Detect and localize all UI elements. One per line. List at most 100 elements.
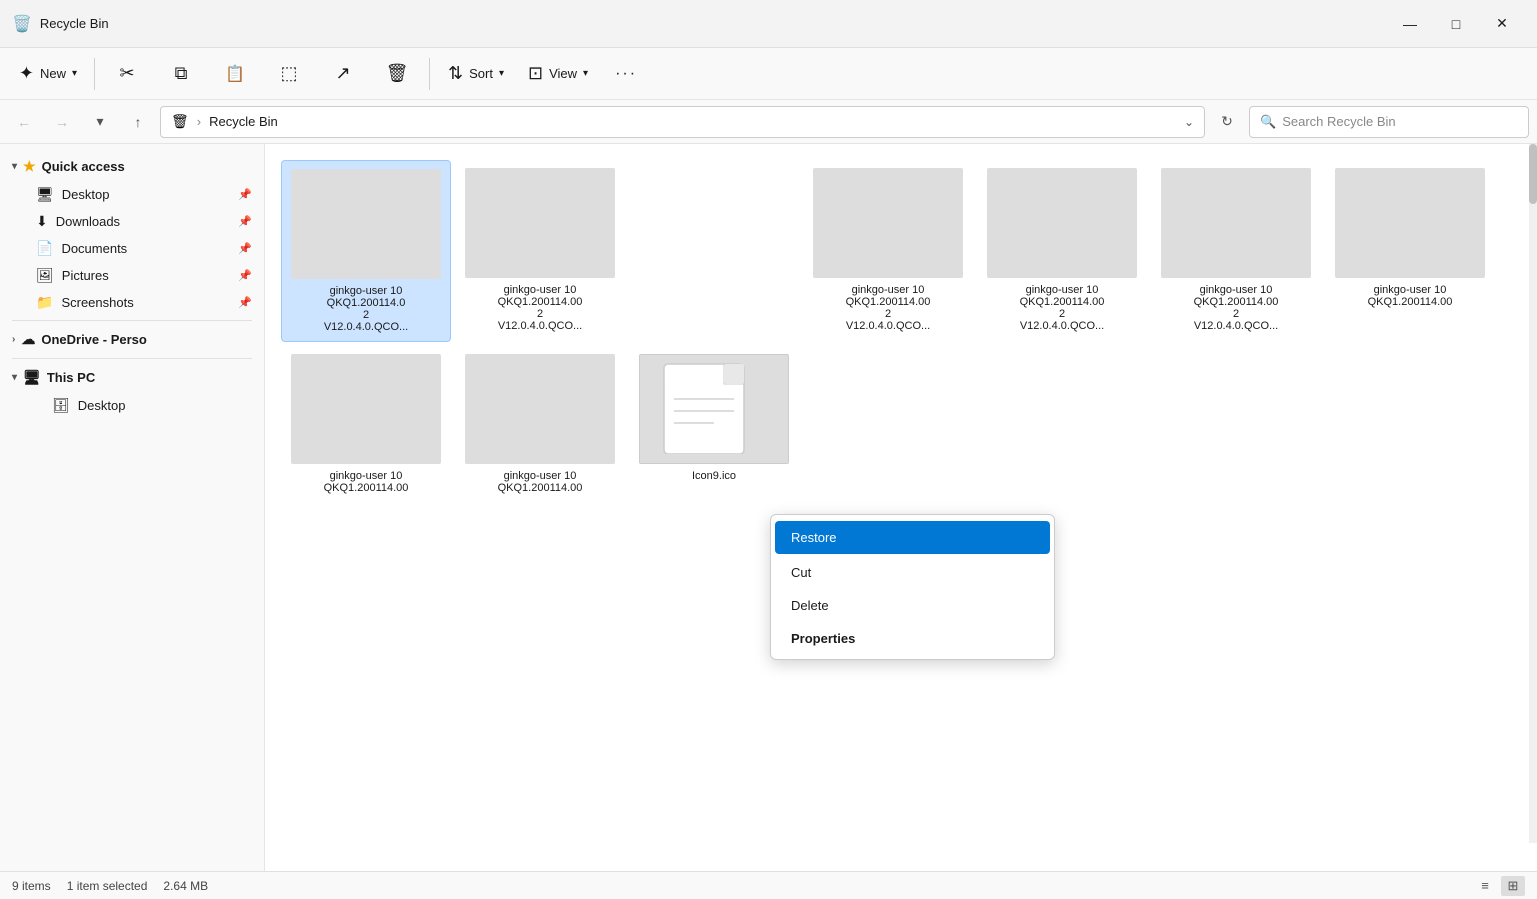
- this-pc-icon: 🖥: [23, 369, 41, 386]
- this-pc-label: This PC: [47, 370, 95, 385]
- history-button[interactable]: ▾: [84, 106, 116, 138]
- status-view-controls: ≡ ⊞: [1473, 876, 1525, 896]
- file-item-8[interactable]: ginkgo-user 10QKQ1.200114.00: [455, 346, 625, 502]
- up-button[interactable]: ↑: [122, 106, 154, 138]
- sidebar-item-desktop[interactable]: 🖥 Desktop 📌: [0, 181, 264, 208]
- documents-pin-icon: 📌: [238, 242, 252, 255]
- main-area: ▾ ★ Quick access 🖥 Desktop 📌 ⬇ Downloads…: [0, 144, 1537, 871]
- context-restore[interactable]: Restore: [775, 521, 1050, 554]
- toolbar-separator-1: [94, 58, 95, 90]
- cut-button[interactable]: ✂: [101, 52, 153, 96]
- file-thumb-1: [291, 169, 441, 279]
- context-properties[interactable]: Properties: [771, 622, 1054, 655]
- title-bar-icon: 🗑️: [12, 14, 32, 34]
- sidebar-item-pc-desktop[interactable]: 🗄 Desktop: [0, 392, 264, 419]
- content-scrollbar-thumb: [1529, 144, 1537, 204]
- copy-icon: ⧉: [175, 63, 188, 84]
- file-thumb-2: [465, 168, 615, 278]
- share-icon: ↗: [335, 63, 350, 84]
- title-bar-controls: — □ ✕: [1387, 8, 1525, 40]
- view-button[interactable]: ⊡ View ▾: [518, 52, 598, 96]
- file-name-9: Icon9.ico: [692, 470, 736, 482]
- path-text: Recycle Bin: [209, 114, 278, 129]
- quick-access-chevron: ▾: [12, 161, 17, 172]
- screenshots-pin-icon: 📌: [238, 296, 252, 309]
- file-name-7: ginkgo-user 10QKQ1.200114.00: [324, 470, 409, 494]
- file-name-3: ginkgo-user 10QKQ1.200114.002V12.0.4.0.Q…: [846, 284, 931, 332]
- delete-icon: 🗑: [386, 63, 409, 84]
- context-delete[interactable]: Delete: [771, 589, 1054, 622]
- close-button[interactable]: ✕: [1479, 8, 1525, 40]
- path-recycle-icon: 🗑: [171, 113, 189, 130]
- file-grid: ginkgo-user 10QKQ1.200114.02V12.0.4.0.QC…: [265, 144, 1537, 871]
- cut-icon: ✂: [119, 63, 134, 84]
- delete-button[interactable]: 🗑: [371, 52, 423, 96]
- onedrive-header[interactable]: › ☁ OneDrive - Perso: [0, 325, 264, 354]
- file-item-6[interactable]: ginkgo-user 10QKQ1.200114.00: [1325, 160, 1495, 342]
- sidebar-item-desktop-label: Desktop: [62, 187, 110, 202]
- new-dropdown-icon: ▾: [72, 68, 77, 79]
- search-placeholder: Search Recycle Bin: [1282, 114, 1395, 129]
- minimize-button[interactable]: —: [1387, 8, 1433, 40]
- desktop-icon: 🖥: [36, 186, 54, 203]
- desktop-pin-icon: 📌: [238, 188, 252, 201]
- view-label: View: [549, 66, 577, 81]
- downloads-icon: ⬇: [36, 213, 48, 230]
- file-item-1[interactable]: ginkgo-user 10QKQ1.200114.02V12.0.4.0.QC…: [281, 160, 451, 342]
- content-scrollbar[interactable]: [1529, 144, 1537, 843]
- search-box[interactable]: 🔍 Search Recycle Bin: [1249, 106, 1529, 138]
- maximize-button[interactable]: □: [1433, 8, 1479, 40]
- file-item-5[interactable]: ginkgo-user 10QKQ1.200114.002V12.0.4.0.Q…: [1151, 160, 1321, 342]
- sidebar-item-pictures-label: Pictures: [62, 268, 109, 283]
- onedrive-icon: ☁: [21, 331, 35, 348]
- move-button[interactable]: ⬚: [263, 52, 315, 96]
- file-name-5: ginkgo-user 10QKQ1.200114.002V12.0.4.0.Q…: [1194, 284, 1279, 332]
- status-count: 9 items: [12, 879, 51, 893]
- screenshots-icon: 📁: [36, 294, 53, 311]
- toolbar: ✦ New ▾ ✂ ⧉ 📋 ⬚ ↗ 🗑 ⇅ Sort ▾ ⊡ View ▾ ··…: [0, 48, 1537, 100]
- file-thumb-5: [1161, 168, 1311, 278]
- address-path[interactable]: 🗑 › Recycle Bin ⌄: [160, 106, 1205, 138]
- context-cut[interactable]: Cut: [771, 556, 1054, 589]
- sidebar-divider-2: [12, 358, 252, 359]
- file-thumb-7: [291, 354, 441, 464]
- onedrive-chevron: ›: [12, 334, 15, 345]
- sidebar-item-screenshots-label: Screenshots: [61, 295, 133, 310]
- copy-button[interactable]: ⧉: [155, 52, 207, 96]
- grid-view-button[interactable]: ⊞: [1501, 876, 1525, 896]
- new-button[interactable]: ✦ New ▾: [8, 52, 88, 96]
- new-icon: ✦: [19, 63, 34, 84]
- address-bar: ← → ▾ ↑ 🗑 › Recycle Bin ⌄ ↻ 🔍 Search Rec…: [0, 100, 1537, 144]
- file-item-3[interactable]: ginkgo-user 10QKQ1.200114.002V12.0.4.0.Q…: [803, 160, 973, 342]
- list-view-button[interactable]: ≡: [1473, 876, 1497, 896]
- file-item-4[interactable]: ginkgo-user 10QKQ1.200114.002V12.0.4.0.Q…: [977, 160, 1147, 342]
- search-icon: 🔍: [1260, 114, 1276, 130]
- forward-button[interactable]: →: [46, 106, 78, 138]
- spacer: [629, 160, 799, 342]
- sort-dropdown-icon: ▾: [499, 68, 504, 79]
- sidebar-item-downloads[interactable]: ⬇ Downloads 📌: [0, 208, 264, 235]
- this-pc-chevron: ▾: [12, 372, 17, 383]
- path-separator: ›: [197, 114, 201, 129]
- sidebar-item-pc-desktop-label: Desktop: [78, 398, 126, 413]
- path-dropdown-icon[interactable]: ⌄: [1184, 115, 1194, 129]
- file-item-2[interactable]: ginkgo-user 10QKQ1.200114.002V12.0.4.0.Q…: [455, 160, 625, 342]
- more-button[interactable]: ···: [600, 52, 652, 96]
- refresh-button[interactable]: ↻: [1211, 106, 1243, 138]
- file-thumb-9: [639, 354, 789, 464]
- sort-button[interactable]: ⇅ Sort ▾: [436, 52, 516, 96]
- file-name-1: ginkgo-user 10QKQ1.200114.02V12.0.4.0.QC…: [324, 285, 408, 333]
- this-pc-header[interactable]: ▾ 🖥 This PC: [0, 363, 264, 392]
- file-item-9[interactable]: Icon9.ico: [629, 346, 799, 502]
- quick-access-header[interactable]: ▾ ★ Quick access: [0, 152, 264, 181]
- sidebar-item-documents[interactable]: 📄 Documents 📌: [0, 235, 264, 262]
- onedrive-label: OneDrive - Perso: [41, 332, 147, 347]
- paste-button[interactable]: 📋: [209, 52, 261, 96]
- quick-access-star: ★: [23, 158, 36, 175]
- share-button[interactable]: ↗: [317, 52, 369, 96]
- sidebar-item-screenshots[interactable]: 📁 Screenshots 📌: [0, 289, 264, 316]
- back-button[interactable]: ←: [8, 106, 40, 138]
- file-item-7[interactable]: ginkgo-user 10QKQ1.200114.00: [281, 346, 451, 502]
- move-icon: ⬚: [280, 63, 297, 84]
- sidebar-item-pictures[interactable]: 🖼 Pictures 📌: [0, 262, 264, 289]
